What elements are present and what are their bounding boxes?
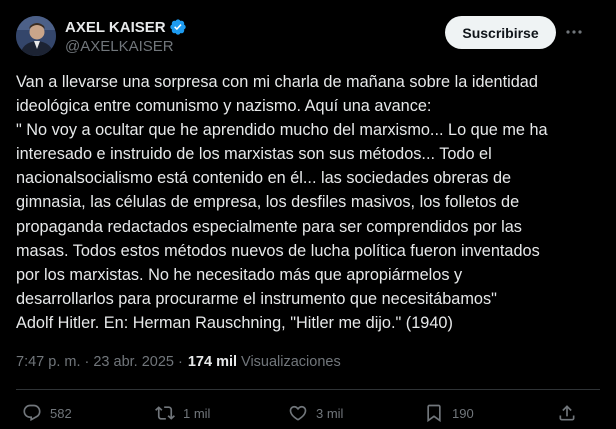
post-text-line: por los marxistas. No he necesitado más … [16, 265, 463, 284]
like-button[interactable]: 3 mil [288, 398, 343, 428]
post-text-line: propaganda redactados especialmente para… [16, 217, 522, 236]
avatar[interactable] [16, 16, 56, 56]
author-name[interactable]: AXEL KAISER [65, 19, 166, 36]
more-options-button[interactable] [562, 20, 586, 44]
post-text: Van a llevarse una sorpresa con mi charl… [16, 70, 606, 335]
subscribe-button[interactable]: Suscribirse [445, 16, 556, 49]
reply-icon [23, 404, 41, 422]
share-icon [559, 405, 575, 421]
post-timestamp[interactable]: 7:47 p. m. · 23 abr. 2025 · [16, 354, 183, 370]
repost-button[interactable]: 1 mil [155, 398, 210, 428]
bookmark-icon [427, 404, 441, 423]
divider [16, 389, 600, 390]
reply-button[interactable]: 582 [22, 398, 72, 428]
post-text-line: Van a llevarse una sorpresa con mi charl… [16, 73, 538, 91]
post-text-line: " No voy a ocultar que he aprendido much… [16, 121, 548, 140]
reply-count: 582 [50, 405, 72, 421]
verified-badge-icon [169, 19, 186, 35]
views-label: Visualizaciones [241, 354, 341, 370]
post-text-line: interesado e instruido de los marxistas … [16, 145, 492, 164]
bookmark-count: 190 [452, 405, 474, 421]
post-meta: 7:47 p. m. · 23 abr. 2025 · 174 mil Visu… [16, 354, 341, 370]
post-text-line: masas. Todos estos métodos nuevos de luc… [16, 241, 540, 260]
post-text-line: nacionalsocialismo está contenido en él.… [16, 169, 512, 188]
author-name-row: AXEL KAISER [65, 18, 187, 36]
post-text-line: gimnasia, las células de empresa, los de… [16, 193, 520, 212]
repost-icon [155, 406, 175, 420]
post-text-line: desarrollarlos para procurarme el instru… [16, 289, 497, 308]
like-count: 3 mil [316, 405, 344, 421]
post-text-line: Adolf Hitler. En: Herman Rauschning, "Hi… [16, 313, 453, 332]
avatar-image [16, 16, 56, 56]
like-icon [289, 405, 307, 421]
author-handle[interactable]: @AXELKAISER [65, 38, 174, 55]
more-options-icon [566, 30, 582, 34]
action-bar: 582 1 mil 3 mil 190 [0, 398, 616, 428]
post-text-line: ideológica entre comunismo y nazismo. Aq… [16, 97, 432, 116]
bookmark-button[interactable]: 190 [424, 398, 474, 428]
tweet: AXEL KAISER @AXELKAISER Suscribirse Van … [0, 0, 616, 429]
share-button[interactable] [557, 398, 577, 428]
views-count: 174 mil [187, 354, 238, 370]
repost-count: 1 mil [183, 405, 211, 421]
